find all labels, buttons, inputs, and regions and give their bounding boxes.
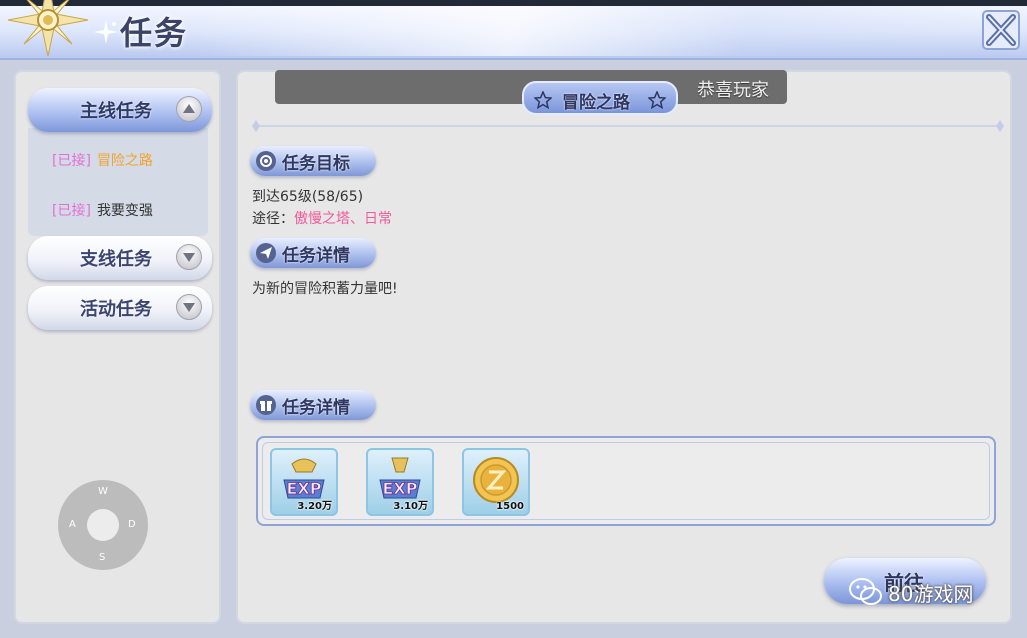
window-title: 任务 bbox=[120, 14, 189, 52]
route-label: 途径： bbox=[252, 211, 294, 227]
exp-label: EXP bbox=[383, 479, 418, 498]
details-section-header: 任务详情 bbox=[250, 238, 376, 268]
section-label: 任务详情 bbox=[282, 246, 350, 266]
reward-item-gold-coin[interactable]: 1500 bbox=[462, 448, 530, 516]
divider-line bbox=[252, 120, 1004, 132]
quest-accepted-tag: [已接] bbox=[52, 153, 91, 169]
title-bar: 任务 bbox=[0, 0, 1027, 60]
quest-title-banner: 冒险之路 bbox=[522, 81, 678, 115]
section-label: 任务详情 bbox=[282, 398, 350, 418]
category-main-quest-button[interactable]: 主线任务 bbox=[28, 88, 212, 132]
rewards-box: EXP 3.20万 EXP 3.10万 1500 bbox=[256, 436, 996, 526]
title-bar-glow bbox=[200, 6, 980, 56]
rewards-section-header: 任务详情 bbox=[250, 390, 376, 420]
objective-section-header: 任务目标 bbox=[250, 146, 376, 176]
reward-item-exp[interactable]: EXP 3.20万 bbox=[270, 448, 338, 516]
quest-title: 冒险之路 bbox=[562, 93, 630, 113]
sparkle-icon bbox=[94, 20, 118, 44]
route-line: 途径：傲慢之塔、日常 bbox=[252, 208, 392, 228]
quest-detail-panel: 恭喜玩家 冒险之路 任务目标 到达65级(58/65) 途径：傲慢之塔、日常 任… bbox=[236, 70, 1012, 624]
reward-item-exp[interactable]: EXP 3.10万 bbox=[366, 448, 434, 516]
route-value[interactable]: 傲慢之塔、日常 bbox=[294, 211, 392, 227]
details-text: 为新的冒险积蓄力量吧! bbox=[252, 281, 398, 297]
star-outline-icon bbox=[648, 91, 666, 109]
chevron-down-icon bbox=[176, 244, 202, 270]
quest-category-panel: [已接] 冒险之路 [已接] 我要变强 主线任务 支线任务 活动任务 W A D S bbox=[14, 70, 221, 624]
close-x-icon[interactable] bbox=[982, 10, 1020, 50]
sun-emblem-icon bbox=[8, 0, 89, 56]
section-label: 任务目标 bbox=[282, 154, 350, 174]
chevron-down-icon bbox=[176, 294, 202, 320]
reward-quantity: 3.20万 bbox=[297, 501, 332, 512]
category-label: 主线任务 bbox=[80, 101, 152, 122]
star-outline-icon bbox=[534, 91, 552, 109]
quest-name: 我要变强 bbox=[96, 203, 153, 219]
quest-item-get-stronger[interactable]: [已接] 我要变强 bbox=[52, 200, 153, 220]
quest-item-adventure-road[interactable]: [已接] 冒险之路 bbox=[52, 150, 153, 170]
chevron-up-icon bbox=[176, 96, 202, 122]
paper-plane-icon bbox=[256, 243, 276, 263]
watermark: 80游戏网 bbox=[846, 574, 1026, 610]
joystick-key-left: A bbox=[69, 519, 76, 530]
category-label: 支线任务 bbox=[80, 249, 152, 270]
gift-icon bbox=[256, 395, 276, 415]
main-quest-submenu: [已接] 冒险之路 [已接] 我要变强 bbox=[28, 128, 208, 236]
joystick-key-up: W bbox=[98, 486, 108, 497]
virtual-joystick[interactable]: W A D S bbox=[58, 480, 148, 570]
objective-text: 到达65级(58/65) bbox=[252, 189, 364, 205]
reward-quantity: 3.10万 bbox=[393, 501, 428, 512]
category-event-quest-button[interactable]: 活动任务 bbox=[28, 286, 212, 330]
reward-quantity: 1500 bbox=[496, 501, 524, 512]
wechat-icon bbox=[849, 578, 882, 605]
category-side-quest-button[interactable]: 支线任务 bbox=[28, 236, 212, 280]
exp-label: EXP bbox=[287, 479, 322, 498]
joystick-key-right: D bbox=[128, 519, 136, 530]
category-label: 活动任务 bbox=[80, 299, 152, 320]
quest-accepted-tag: [已接] bbox=[52, 203, 91, 219]
target-icon bbox=[256, 151, 276, 171]
broadcast-notice-text: 恭喜玩家 bbox=[697, 80, 769, 101]
watermark-text: 80游戏网 bbox=[888, 582, 974, 606]
joystick-key-down: S bbox=[99, 552, 106, 563]
quest-name: 冒险之路 bbox=[96, 153, 153, 169]
joystick-knob[interactable] bbox=[87, 509, 119, 541]
